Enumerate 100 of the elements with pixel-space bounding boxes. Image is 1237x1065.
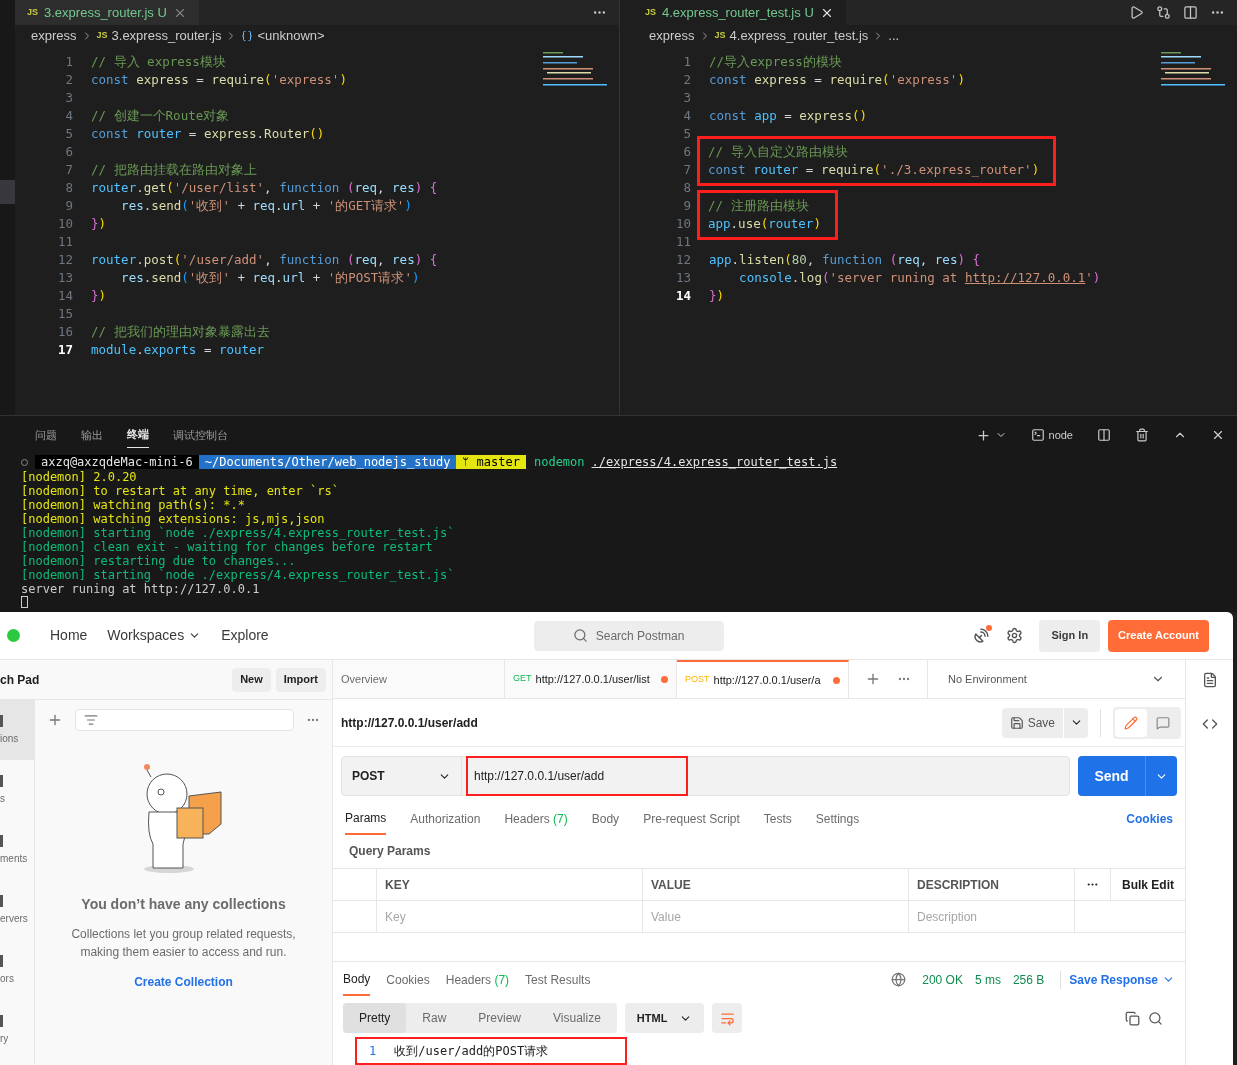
- request-option-tab[interactable]: Body: [591, 804, 620, 834]
- panel-tab[interactable]: 问题: [35, 422, 57, 448]
- line-number: 4: [682, 107, 692, 125]
- request-tab[interactable]: Overview: [333, 660, 505, 698]
- save-button[interactable]: Save: [1001, 707, 1063, 738]
- nav-link[interactable]: Home: [50, 625, 88, 646]
- response-tab[interactable]: Headers (7): [445, 964, 510, 995]
- panel-tab[interactable]: 终端: [127, 422, 149, 448]
- param-input-field[interactable]: Value: [643, 901, 909, 932]
- line-number: 10: [674, 215, 692, 233]
- environment-icon[interactable]: [1201, 672, 1218, 688]
- search-icon[interactable]: [1148, 1010, 1163, 1026]
- line-number: 16: [56, 323, 74, 341]
- line-number: 6: [682, 143, 692, 161]
- view-mode-tab[interactable]: Raw: [406, 1003, 463, 1033]
- cookies-link[interactable]: Cookies: [1126, 810, 1173, 828]
- request-option-tab[interactable]: Authorization: [410, 804, 481, 834]
- trash-icon[interactable]: [1135, 428, 1149, 442]
- sidebar-rail-item[interactable]: ry: [0, 1000, 34, 1060]
- column-header: VALUE: [643, 869, 909, 900]
- bulk-edit-link[interactable]: Bulk Edit: [1111, 869, 1185, 900]
- line-number: 8: [682, 179, 692, 197]
- breadcrumb-item[interactable]: ...: [888, 26, 900, 46]
- run-icon[interactable]: [1129, 5, 1144, 20]
- request-option-tab[interactable]: Headers (7): [504, 804, 568, 834]
- environment-select[interactable]: No Environment: [928, 660, 1185, 698]
- terminal-line: server runing at http://127.0.0.1: [21, 582, 261, 596]
- save-response-link[interactable]: Save Response: [1060, 970, 1175, 989]
- breadcrumb-item[interactable]: express: [31, 26, 77, 46]
- sidebar-rail-item[interactable]: s: [0, 760, 34, 820]
- request-tab[interactable]: POST http://127.0.0.1/user/a: [677, 660, 849, 698]
- add-terminal-icon[interactable]: [975, 427, 991, 443]
- breadcrumb-item[interactable]: 3.express_router.js: [111, 26, 222, 46]
- panel-tab[interactable]: 输出: [81, 422, 103, 448]
- request-option-tab[interactable]: Params: [345, 803, 387, 835]
- request-tab[interactable]: GET http://127.0.0.1/user/list: [505, 660, 677, 698]
- code-line: // 把路由挂载在路由对象上: [91, 161, 258, 179]
- sidebar-rail-item[interactable]: ments: [0, 820, 34, 880]
- param-input-field[interactable]: Description: [909, 901, 1075, 932]
- response-tab[interactable]: Cookies: [386, 964, 430, 995]
- code-line: const router = express.Router(): [91, 125, 326, 143]
- sidebar-rail-item[interactable]: ors: [0, 940, 34, 1000]
- new-button[interactable]: New: [232, 667, 271, 692]
- view-mode-tab[interactable]: Preview: [462, 1003, 538, 1033]
- code-line: const express = require('express'): [91, 71, 348, 89]
- filter-field[interactable]: [75, 709, 294, 731]
- param-input-field[interactable]: Key: [377, 901, 643, 932]
- add-icon[interactable]: [47, 712, 63, 728]
- sidebar-rail-item[interactable]: ervers: [0, 880, 34, 940]
- sidebar-rail-item[interactable]: ions: [0, 700, 34, 760]
- code-line: app.use(router): [708, 215, 822, 233]
- editor-tab[interactable]: JS 3.express_router.js U: [15, 0, 199, 25]
- view-mode-tab[interactable]: Pretty: [343, 1003, 407, 1033]
- panel-tab[interactable]: 调试控制台: [173, 422, 228, 448]
- terminal-name[interactable]: node: [1048, 426, 1073, 444]
- code-icon[interactable]: [1201, 716, 1218, 732]
- split-editor-icon[interactable]: [1183, 5, 1198, 20]
- url-field[interactable]: http://127.0.0.1/user/add: [466, 756, 688, 796]
- code-line: module.exports = router: [91, 341, 266, 359]
- line-number: 6: [64, 143, 74, 161]
- send-button[interactable]: Send: [1078, 756, 1145, 796]
- search-field[interactable]: Search Postman: [533, 620, 724, 651]
- response-size: 256 B: [1012, 971, 1045, 989]
- breadcrumb-item[interactable]: express: [649, 26, 695, 46]
- code-line: res.send('收到' + req.url + '的GET请求'): [120, 197, 413, 215]
- code-line: const app = express(): [709, 107, 869, 125]
- split-terminal-icon[interactable]: [1097, 428, 1111, 442]
- request-option-tab[interactable]: Settings: [815, 804, 860, 834]
- js-file-icon: JS: [96, 29, 108, 43]
- copy-icon[interactable]: [1125, 1010, 1140, 1026]
- save-icon: [1009, 715, 1024, 730]
- breadcrumb-item[interactable]: <unknown>: [257, 26, 325, 46]
- new-tab-icon[interactable]: [865, 671, 881, 687]
- format-select[interactable]: HTML: [624, 1003, 705, 1033]
- js-file-icon: JS: [714, 29, 726, 43]
- terminal-line: [nodemon] watching path(s): *.*: [21, 498, 246, 512]
- settings-icon[interactable]: [1006, 627, 1024, 644]
- command-name: nodemon: [533, 455, 585, 469]
- response-tab[interactable]: Test Results: [525, 964, 591, 995]
- nav-link[interactable]: Explore: [221, 625, 269, 646]
- code-line: // 导入 express模块: [91, 53, 227, 71]
- line-number: 7: [682, 161, 692, 179]
- nav-link[interactable]: Workspaces: [107, 625, 202, 646]
- response-time: 5 ms: [974, 971, 1001, 989]
- globe-icon[interactable]: [891, 972, 907, 987]
- request-option-tab[interactable]: Tests: [763, 804, 792, 834]
- code-line: router.post('/user/add', function (req, res) {: [91, 251, 439, 269]
- satellite-icon[interactable]: [973, 627, 991, 644]
- line-number: 2: [64, 71, 74, 89]
- editor-tab[interactable]: JS 4.express_router_test.js U: [633, 0, 846, 25]
- breadcrumb-item[interactable]: 4.express_router_test.js: [729, 26, 869, 46]
- sign-in-button[interactable]: Sign In: [1039, 619, 1101, 652]
- request-option-tab[interactable]: Pre-request Script: [643, 804, 740, 834]
- view-mode-tab[interactable]: Visualize: [537, 1003, 617, 1033]
- compare-icon[interactable]: [1156, 5, 1171, 20]
- close-icon[interactable]: [1211, 428, 1225, 442]
- create-collection-link[interactable]: Create Collection: [134, 973, 233, 991]
- method-select[interactable]: POST: [342, 757, 462, 795]
- import-button[interactable]: Import: [275, 667, 326, 692]
- response-tab[interactable]: Body: [343, 963, 371, 996]
